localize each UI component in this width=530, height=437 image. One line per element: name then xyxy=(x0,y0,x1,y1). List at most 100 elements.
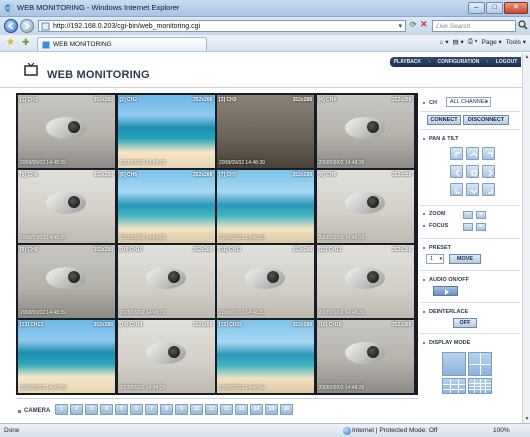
ptz-down-right-button[interactable] xyxy=(482,183,495,196)
move-button[interactable]: MOVE xyxy=(449,254,481,264)
forward-button[interactable] xyxy=(20,19,34,33)
camera-select-button[interactable]: 9 xyxy=(175,404,188,415)
chevron-down-icon: ▾ xyxy=(485,99,488,105)
camera-view[interactable]: [1] CH1 352x288 2008/09/02 14:48:39 xyxy=(18,95,115,168)
ptz-right-button[interactable] xyxy=(482,165,495,178)
logout-link[interactable]: LOGOUT xyxy=(496,59,517,65)
close-button[interactable]: ✕ xyxy=(504,2,528,14)
camera-view[interactable]: [14] CH14 352x288 2008/09/02 14:48:39 xyxy=(117,320,215,393)
camera-select-button[interactable]: 7 xyxy=(145,404,158,415)
zoom-out-button[interactable]: - xyxy=(463,211,473,219)
camera-view[interactable]: [6] CH6 352x288 2008/09/02 14:48:39 xyxy=(117,170,215,243)
minimize-button[interactable]: – xyxy=(468,2,485,14)
camera-select-button[interactable]: 10 xyxy=(190,404,203,415)
refresh-icon[interactable]: ⟳ xyxy=(410,20,417,29)
ptz-up-button[interactable] xyxy=(466,147,479,160)
ptz-home-button[interactable] xyxy=(466,165,479,178)
ptz-up-right-button[interactable] xyxy=(482,147,495,160)
display-mode-1-button[interactable] xyxy=(442,352,466,376)
camera-select-button[interactable]: 14 xyxy=(250,404,263,415)
camera-view[interactable]: [4] CH4 352x288 2008/09/02 14:48:39 xyxy=(316,95,414,168)
display-mode-4-button[interactable] xyxy=(468,352,492,376)
deinterlace-toggle-button[interactable]: OFF xyxy=(453,318,477,328)
camera-select-button[interactable]: 5 xyxy=(115,404,128,415)
tools-menu[interactable]: Tools ▾ xyxy=(506,38,526,46)
connect-button[interactable]: CONNECT xyxy=(427,115,461,125)
scroll-down-icon[interactable]: ▼ xyxy=(524,416,530,422)
section-divider xyxy=(420,270,520,271)
camera-select-button[interactable]: 11 xyxy=(205,404,218,415)
feeds-icon[interactable]: ▤ ▾ xyxy=(453,38,464,46)
camera-view[interactable]: [10] CH10 352x288 2008/09/02 14:48:39 xyxy=(117,245,215,318)
camera-lens-image xyxy=(167,271,180,283)
ptz-down-button[interactable] xyxy=(466,183,479,196)
display-mode-9-button[interactable] xyxy=(442,378,466,394)
playback-link[interactable]: PLAYBACK xyxy=(394,59,421,65)
camera-label: [5] CH5 xyxy=(20,172,38,178)
add-favorites-icon[interactable]: ✚ xyxy=(22,37,30,48)
maximize-button[interactable]: □ xyxy=(486,2,503,14)
camera-label: [10] CH10 xyxy=(119,247,143,253)
favorites-star-icon[interactable]: ★ xyxy=(6,37,15,48)
url-dropdown-icon[interactable]: ▾ xyxy=(398,22,402,30)
preset-select[interactable]: 1 ▾ xyxy=(426,254,444,264)
camera-view[interactable]: [15] CH15 352x288 2008/09/02 14:48:42 xyxy=(217,320,314,393)
camera-select-button[interactable]: 8 xyxy=(160,404,173,415)
search-input[interactable]: Live Search xyxy=(432,20,516,32)
camera-select-button[interactable]: 2 xyxy=(70,404,83,415)
stop-icon[interactable]: ✕ xyxy=(420,19,428,30)
ptz-left-button[interactable] xyxy=(450,165,463,178)
zoom-label: ZOOM xyxy=(429,211,446,217)
camera-view[interactable]: [3] CH3 352x288 2008/09/02 14:48:39 xyxy=(217,95,314,168)
search-icon[interactable] xyxy=(518,20,528,30)
page-menu[interactable]: Page ▾ xyxy=(482,38,502,46)
ptz-up-left-button[interactable] xyxy=(450,147,463,160)
print-icon[interactable]: ⎙ ▾ xyxy=(468,38,478,46)
address-bar: http://192.168.0.203/cgi-bin/web_monitor… xyxy=(0,17,530,35)
camera-view[interactable]: [13] CH13 352x288 2008/09/02 14:48:39 xyxy=(18,320,115,393)
zoom-level[interactable]: 100% xyxy=(493,427,510,434)
ie-logo-icon xyxy=(5,4,13,12)
camera-view[interactable]: [11] CH11 352x288 2008/09/02 14:48:39 xyxy=(217,245,314,318)
url-input[interactable]: http://192.168.0.203/cgi-bin/web_monitor… xyxy=(38,20,406,32)
ptz-down-left-button[interactable] xyxy=(450,183,463,196)
search-placeholder: Live Search xyxy=(436,22,471,30)
camera-resolution: 352x288 xyxy=(93,247,113,253)
channel-select[interactable]: ALL CHANNEL ▾ xyxy=(446,97,491,107)
camera-label: [16] CH16 xyxy=(318,322,342,328)
camera-view[interactable]: [16] CH16 352x288 2008/09/02 14:48:39 xyxy=(316,320,414,393)
scroll-up-icon[interactable]: ▲ xyxy=(524,54,530,60)
audio-toggle-button[interactable] xyxy=(433,286,458,296)
camera-select-button[interactable]: 15 xyxy=(265,404,278,415)
configuration-link[interactable]: CONFIGURATION xyxy=(438,59,480,65)
camera-select-button[interactable]: 1 xyxy=(55,404,68,415)
camera-select-button[interactable]: 4 xyxy=(100,404,113,415)
camera-select-button[interactable]: 12 xyxy=(220,404,233,415)
home-icon[interactable]: ⌂ ▾ xyxy=(440,38,449,46)
camera-view[interactable]: [8] CH8 352x288 2008/09/02 14:48:39 xyxy=(316,170,414,243)
display-mode-16-button[interactable] xyxy=(468,378,492,394)
camera-resolution: 352x288 xyxy=(392,172,412,178)
section-divider xyxy=(420,205,520,206)
camera-select-button[interactable]: 16 xyxy=(280,404,293,415)
section-bullet xyxy=(423,342,425,344)
back-button[interactable] xyxy=(4,19,18,33)
camera-view[interactable]: [7] CH7 352x288 2008/09/02 14:48:39 xyxy=(217,170,314,243)
camera-select-button[interactable]: 3 xyxy=(85,404,98,415)
camera-resolution: 352x288 xyxy=(193,247,213,253)
camera-view[interactable]: [12] CH12 352x288 2008/09/02 14:48:39 xyxy=(316,245,414,318)
pan-tilt-label: PAN & TILT xyxy=(429,136,459,142)
camera-view[interactable]: [2] CH2 352x288 2008/09/02 14:48:39 xyxy=(117,95,215,168)
disconnect-button[interactable]: DISCONNECT xyxy=(463,115,509,125)
browser-tab[interactable]: WEB MONITORING xyxy=(37,37,207,51)
camera-timestamp: 2008/09/02 14:48:39 xyxy=(318,385,365,391)
focus-far-button[interactable]: + xyxy=(476,223,486,231)
camera-select-button[interactable]: 6 xyxy=(130,404,143,415)
zoom-in-button[interactable]: + xyxy=(476,211,486,219)
camera-dome-image xyxy=(145,267,186,289)
focus-near-button[interactable]: - xyxy=(463,223,473,231)
camera-view[interactable]: [9] CH9 352x288 2008/09/02 14:48:39 xyxy=(18,245,115,318)
camera-view[interactable]: [5] CH5 352x288 2008/09/02 14:48:39 xyxy=(18,170,115,243)
vertical-scrollbar[interactable]: ▲ ▼ xyxy=(522,53,530,423)
camera-select-button[interactable]: 13 xyxy=(235,404,248,415)
